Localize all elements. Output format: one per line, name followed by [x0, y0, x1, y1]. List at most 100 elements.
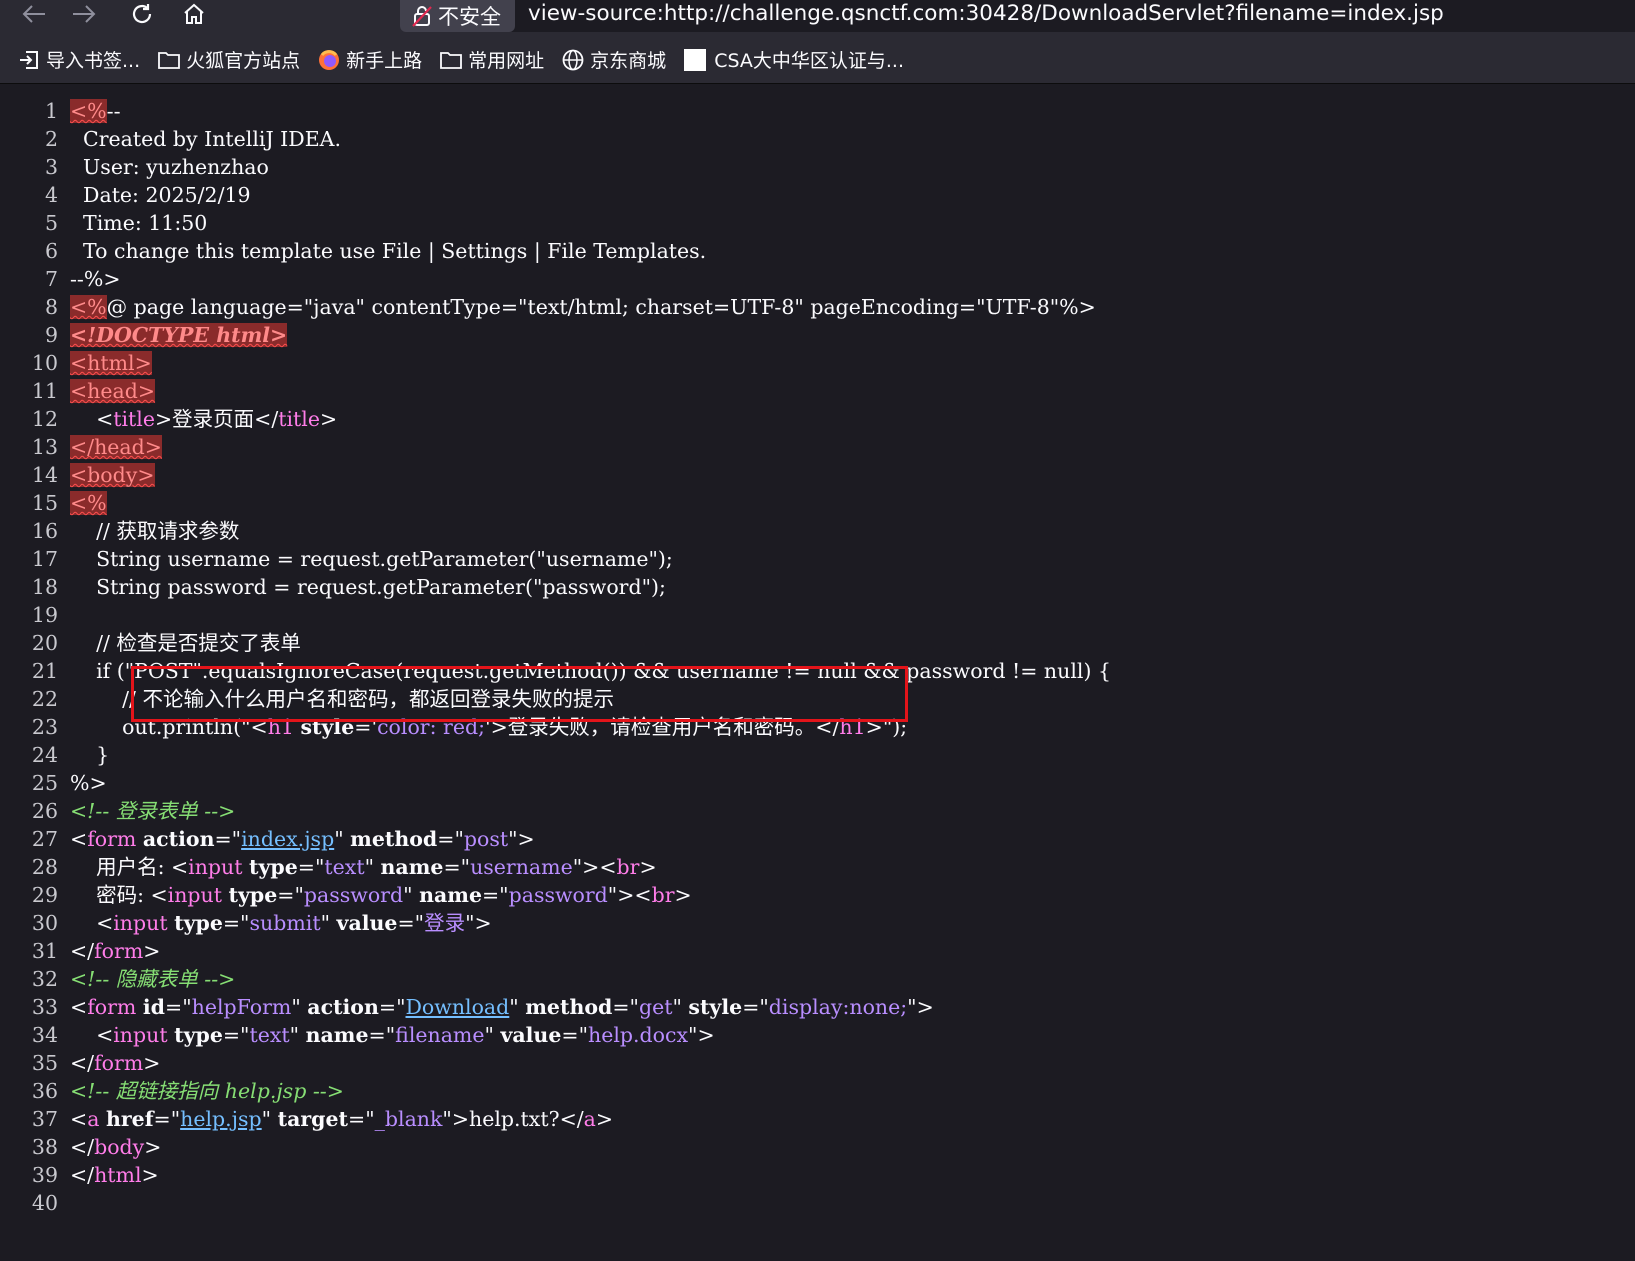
code-token: =" — [378, 995, 406, 1019]
line-number: 11 — [31, 379, 58, 403]
line-code: <html> — [70, 349, 152, 377]
home-button[interactable] — [176, 0, 212, 28]
line-code: <form action="index.jsp" method="post"> — [70, 825, 535, 853]
code-token: input — [188, 855, 243, 879]
line-code: 密码: <input type="password" name="passwor… — [70, 881, 692, 909]
code-token: <% — [70, 295, 107, 319]
bookmark-import[interactable]: 导入书签... — [12, 42, 146, 78]
code-token: a — [87, 1107, 100, 1131]
line-number: 40 — [31, 1191, 58, 1215]
code-token: style — [300, 715, 355, 739]
code-token: >"); — [865, 715, 908, 739]
source-link[interactable]: Download — [406, 995, 510, 1019]
code-token: // 不论输入什么用户名和密码，都返回登录失败的提示 — [70, 687, 614, 711]
source-line: 27 <form action="index.jsp" method="post"… — [0, 825, 1635, 853]
code-token: id — [142, 995, 166, 1019]
source-line: 17 String username = request.getParamete… — [0, 545, 1635, 573]
bookmark-csa[interactable]: CSA大中华区认证与... — [678, 42, 910, 78]
code-token: title — [278, 407, 320, 431]
code-token: User: yuzhenzhao — [70, 155, 269, 179]
line-number: 14 — [31, 463, 58, 487]
reload-button[interactable] — [124, 0, 160, 28]
line-number: 1 — [44, 99, 58, 123]
code-token: submit — [249, 911, 321, 935]
code-token: method — [525, 995, 613, 1019]
code-token: =" — [165, 995, 192, 1019]
code-token: html — [94, 1163, 142, 1187]
code-token: name — [419, 883, 482, 907]
line-number: 35 — [31, 1051, 58, 1075]
code-token: text — [324, 855, 365, 879]
line-code: User: yuzhenzhao — [70, 153, 269, 181]
code-token: " — [334, 827, 351, 851]
bookmark-firefox-official[interactable]: 火狐官方站点 — [152, 42, 306, 78]
source-line: 19 — [0, 601, 1635, 629]
code-token: < — [70, 407, 114, 431]
url-bar[interactable]: 不安全 view-source:http://challenge.qsnctf.… — [400, 0, 1635, 32]
line-number: 10 — [31, 351, 58, 375]
forward-button[interactable] — [66, 0, 102, 28]
line-number: 26 — [31, 799, 58, 823]
bookmark-label: 常用网址 — [468, 50, 545, 72]
source-line: 35 </form> — [0, 1049, 1635, 1077]
code-token: =" — [437, 827, 464, 851]
source-line: 38 </body> — [0, 1133, 1635, 1161]
code-token: < — [70, 995, 88, 1019]
code-token: %> — [70, 771, 107, 795]
home-icon — [184, 3, 204, 24]
globe-icon — [562, 49, 584, 70]
code-token: " — [320, 911, 337, 935]
back-button[interactable] — [16, 0, 52, 28]
code-token: } — [70, 743, 110, 767]
folder-icon — [158, 51, 181, 69]
line-number: 21 — [31, 659, 58, 683]
line-code: <a href="help.jsp" target="_blank">help.… — [70, 1105, 613, 1133]
line-code: <%-- — [70, 97, 121, 125]
source-line: 29 密码: <input type="password" name="pass… — [0, 881, 1635, 909]
page-source-view: 1 <%-- 2 Created by IntelliJ IDEA. 3 User: … — [0, 84, 1635, 1261]
code-token: input — [113, 911, 168, 935]
code-token: Time: 11:50 — [70, 211, 208, 235]
url-text[interactable]: view-source:http://challenge.qsnctf.com:… — [528, 0, 1444, 28]
line-code: </form> — [70, 1049, 160, 1077]
line-number: 17 — [31, 547, 58, 571]
source-line: 16 // 获取请求参数 — [0, 517, 1635, 545]
bookmark-jd[interactable]: 京东商城 — [556, 42, 672, 78]
source-line: 21 if ("POST".equalsIgnoreCase(request.g… — [0, 657, 1635, 685]
bookmark-common-sites[interactable]: 常用网址 — [434, 42, 550, 78]
code-token: =" — [222, 1023, 250, 1047]
code-token: href — [105, 1107, 154, 1131]
source-line: 30 <input type="submit" value="登录"> — [0, 909, 1635, 937]
code-token: if ("POST".equalsIgnoreCase(request.getM… — [70, 659, 1111, 683]
line-number: 7 — [44, 267, 58, 291]
code-token: > — [639, 855, 657, 879]
code-token: String username = request.getParameter("… — [70, 547, 673, 571]
line-code: if ("POST".equalsIgnoreCase(request.getM… — [70, 657, 1111, 685]
code-token: type — [174, 911, 223, 935]
source-line: 28 用户名: <input type="text" name="usernam… — [0, 853, 1635, 881]
source-link[interactable]: help.jsp — [180, 1107, 262, 1131]
line-number: 30 — [31, 911, 58, 935]
line-code: <title>登录页面</title> — [70, 405, 337, 433]
line-code: } — [70, 741, 109, 769]
source-line: 24 } — [0, 741, 1635, 769]
code-token: Date: 2025/2/19 — [70, 183, 251, 207]
security-label: 不安全 — [438, 5, 501, 29]
code-token: 用户名: < — [70, 855, 189, 879]
source-line: 3 User: yuzhenzhao — [0, 153, 1635, 181]
code-token: < — [70, 1023, 114, 1047]
line-number: 5 — [44, 211, 58, 235]
code-token: out.println("< — [70, 715, 268, 739]
blank-page-icon — [684, 48, 707, 71]
line-number: 32 — [31, 967, 58, 991]
code-token: <!-- 隐藏表单 --> — [70, 967, 236, 991]
source-line: 5 Time: 11:50 — [0, 209, 1635, 237]
code-token: > — [144, 1135, 162, 1159]
bookmark-getting-started[interactable]: 新手上路 — [312, 42, 428, 78]
insecure-lock-icon — [412, 6, 432, 27]
code-token: </ — [70, 1051, 95, 1075]
security-indicator[interactable]: 不安全 — [400, 0, 515, 32]
code-token: =" — [561, 1023, 588, 1047]
code-token: @ page language="java" contentType="text… — [106, 295, 1096, 319]
source-link[interactable]: index.jsp — [241, 827, 334, 851]
